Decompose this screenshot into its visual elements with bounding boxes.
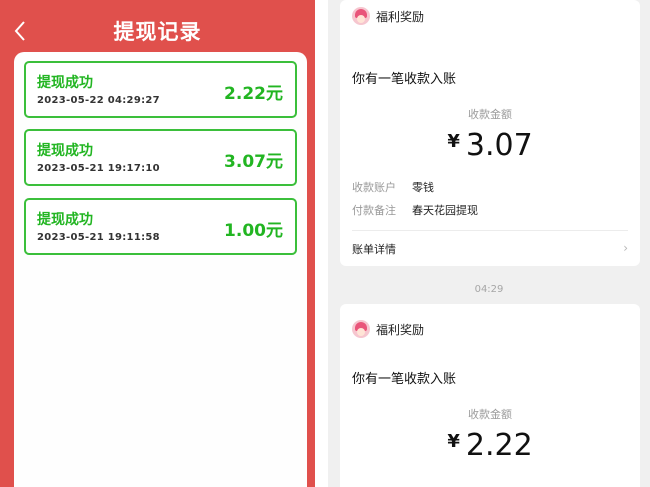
amount-number: 2.22 (465, 428, 533, 463)
avatar (352, 320, 370, 338)
record-amount: 3.07元 (224, 152, 283, 172)
record-time: 2023-05-21 19:11:58 (37, 232, 160, 243)
record-amount: 2.22元 (224, 84, 283, 104)
records-list: 提现成功 2023-05-22 04:29:27 2.22元 提现成功 2023… (14, 52, 307, 487)
avatar (352, 7, 370, 25)
message-timestamp: 04:29 (474, 284, 504, 295)
bill-details-link[interactable]: 账单详情 › (352, 241, 628, 257)
record-time: 2023-05-22 04:29:27 (37, 95, 160, 106)
record-status: 提现成功 (37, 75, 93, 91)
sender-name: 福利奖励 (376, 322, 425, 337)
account-value: 零钱 (412, 181, 434, 194)
remark-value: 春天花园提现 (412, 204, 478, 217)
divider (352, 230, 628, 231)
remark-row: 付款备注 春天花园提现 (352, 202, 478, 218)
notice-header: 福利奖励 (352, 0, 424, 32)
bill-details-label: 账单详情 (352, 243, 396, 256)
account-key: 收款账户 (352, 181, 396, 194)
screenshot: 提现记录 提现成功 2023-05-22 04:29:27 2.22元 提现成功… (0, 0, 650, 487)
payment-notifications-screen: 福利奖励 你有一笔收款入账 收款金额 ¥3.07 收款账户 零钱 付款备注 春天花园… (328, 0, 650, 487)
payment-notice-card[interactable]: 福利奖励 你有一笔收款入账 收款金额 ¥3.07 收款账户 零钱 付款备注 春天花园… (340, 0, 640, 266)
record-item[interactable]: 提现成功 2023-05-21 19:11:58 1.00元 (24, 198, 297, 255)
sender-name: 福利奖励 (376, 9, 425, 24)
record-time: 2023-05-21 19:17:10 (37, 163, 160, 174)
notice-header: 福利奖励 (352, 313, 424, 345)
withdraw-records-screen: 提现记录 提现成功 2023-05-22 04:29:27 2.22元 提现成功… (0, 0, 315, 487)
amount-label: 收款金额 (468, 408, 512, 421)
currency-symbol: ¥ (447, 131, 460, 152)
notice-headline: 你有一笔收款入账 (352, 72, 457, 87)
record-item[interactable]: 提现成功 2023-05-21 19:17:10 3.07元 (24, 129, 297, 186)
notice-headline: 你有一笔收款入账 (352, 372, 457, 387)
amount-number: 3.07 (465, 128, 533, 163)
record-status: 提现成功 (37, 143, 93, 159)
page-title: 提现记录 (113, 20, 202, 44)
account-row: 收款账户 零钱 (352, 179, 434, 195)
amount-label: 收款金额 (468, 108, 512, 121)
record-status: 提现成功 (37, 212, 93, 228)
amount-value: ¥2.22 (340, 428, 640, 463)
amount-value: ¥3.07 (340, 128, 640, 163)
payment-notice-card[interactable]: 福利奖励 你有一笔收款入账 收款金额 ¥2.22 (340, 304, 640, 487)
record-item[interactable]: 提现成功 2023-05-22 04:29:27 2.22元 (24, 61, 297, 118)
currency-symbol: ¥ (447, 431, 460, 452)
remark-key: 付款备注 (352, 204, 396, 217)
chevron-right-icon: › (623, 241, 628, 255)
record-amount: 1.00元 (224, 221, 283, 241)
